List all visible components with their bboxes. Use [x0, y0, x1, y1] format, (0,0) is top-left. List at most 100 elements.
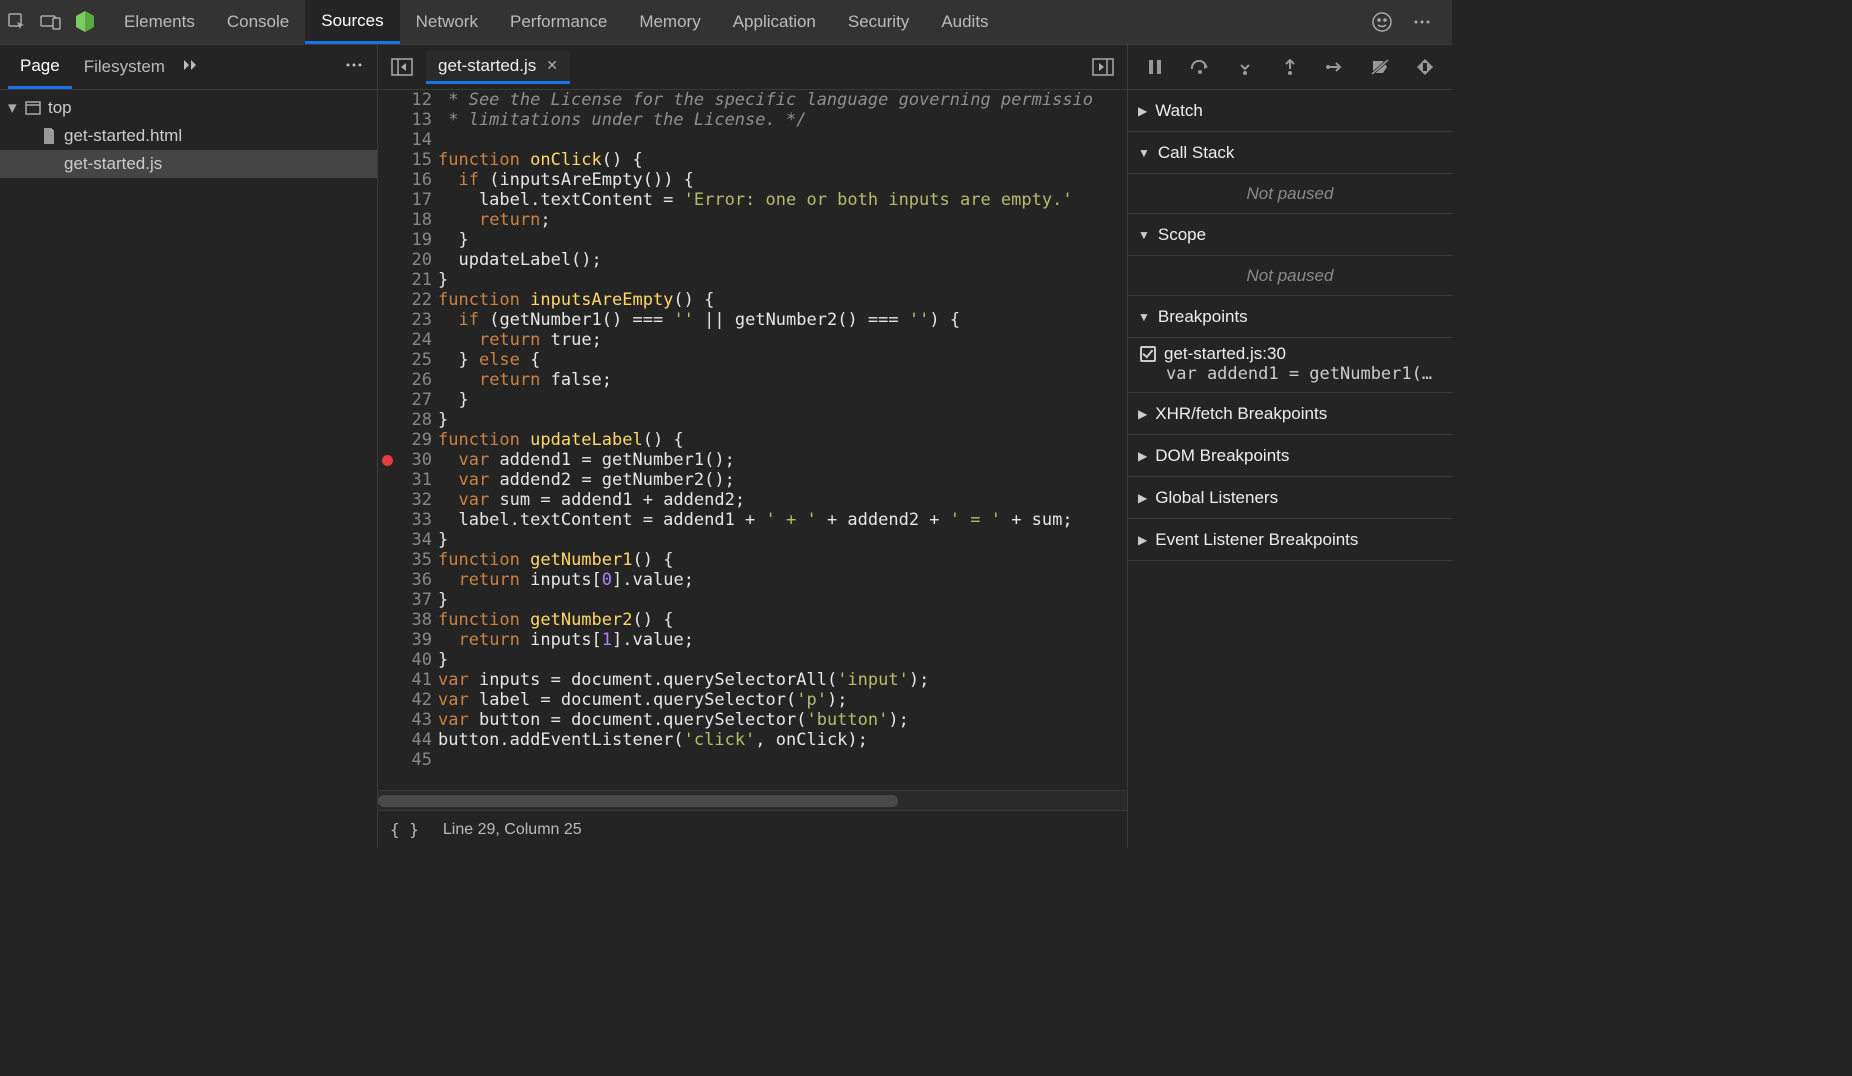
code-line[interactable]: } else {: [438, 350, 1127, 370]
pause-on-exceptions-icon[interactable]: [1408, 50, 1442, 84]
line-number[interactable]: 22: [378, 290, 432, 310]
page-tab[interactable]: Page: [8, 45, 72, 89]
panel-tab-console[interactable]: Console: [211, 0, 305, 44]
line-number[interactable]: 20: [378, 250, 432, 270]
code-line[interactable]: var label = document.querySelector('p');: [438, 690, 1127, 710]
line-number[interactable]: 14: [378, 130, 432, 150]
panel-tab-application[interactable]: Application: [717, 0, 832, 44]
code-editor[interactable]: 1213141516171819202122232425262728293031…: [378, 90, 1127, 790]
horizontal-scrollbar[interactable]: [378, 790, 1127, 810]
breakpoint-checkbox[interactable]: [1140, 346, 1156, 362]
code-line[interactable]: var button = document.querySelector('but…: [438, 710, 1127, 730]
code-line[interactable]: function updateLabel() {: [438, 430, 1127, 450]
code-line[interactable]: }: [438, 270, 1127, 290]
line-number[interactable]: 19: [378, 230, 432, 250]
inspect-element-icon[interactable]: [0, 0, 34, 45]
code-line[interactable]: }: [438, 590, 1127, 610]
device-toolbar-icon[interactable]: [34, 0, 68, 45]
panel-tab-sources[interactable]: Sources: [305, 0, 399, 44]
global-panel-header[interactable]: ▶Global Listeners: [1128, 477, 1452, 519]
line-number[interactable]: 25: [378, 350, 432, 370]
line-number[interactable]: 34: [378, 530, 432, 550]
node-icon[interactable]: [68, 0, 102, 45]
line-number[interactable]: 23: [378, 310, 432, 330]
line-number[interactable]: 39: [378, 630, 432, 650]
code-line[interactable]: return inputs[0].value;: [438, 570, 1127, 590]
pretty-print-icon[interactable]: { }: [390, 820, 419, 839]
code-line[interactable]: var sum = addend1 + addend2;: [438, 490, 1127, 510]
code-line[interactable]: button.addEventListener('click', onClick…: [438, 730, 1127, 750]
line-number[interactable]: 36: [378, 570, 432, 590]
code-line[interactable]: }: [438, 230, 1127, 250]
line-number[interactable]: 30: [378, 450, 432, 470]
feedback-icon[interactable]: [1362, 0, 1402, 45]
callstack-panel-header[interactable]: ▼Call Stack: [1128, 132, 1452, 174]
step-icon[interactable]: [1318, 50, 1352, 84]
panel-tab-security[interactable]: Security: [832, 0, 925, 44]
line-number[interactable]: 18: [378, 210, 432, 230]
pause-icon[interactable]: [1138, 50, 1172, 84]
event-panel-header[interactable]: ▶Event Listener Breakpoints: [1128, 519, 1452, 561]
line-number[interactable]: 12: [378, 90, 432, 110]
code-line[interactable]: label.textContent = addend1 + ' + ' + ad…: [438, 510, 1127, 530]
code-line[interactable]: function onClick() {: [438, 150, 1127, 170]
line-number[interactable]: 32: [378, 490, 432, 510]
panel-tab-elements[interactable]: Elements: [108, 0, 211, 44]
filesystem-tab[interactable]: Filesystem: [72, 45, 177, 89]
panel-tab-memory[interactable]: Memory: [623, 0, 716, 44]
line-number[interactable]: 44: [378, 730, 432, 750]
panel-tab-network[interactable]: Network: [400, 0, 494, 44]
line-number[interactable]: 33: [378, 510, 432, 530]
step-out-icon[interactable]: [1273, 50, 1307, 84]
line-number[interactable]: 26: [378, 370, 432, 390]
line-number[interactable]: 40: [378, 650, 432, 670]
tree-top-frame[interactable]: ▾ top: [0, 94, 377, 122]
code-line[interactable]: label.textContent = 'Error: one or both …: [438, 190, 1127, 210]
scope-panel-header[interactable]: ▼Scope: [1128, 214, 1452, 256]
dom-panel-header[interactable]: ▶DOM Breakpoints: [1128, 435, 1452, 477]
code-line[interactable]: return inputs[1].value;: [438, 630, 1127, 650]
line-number[interactable]: 31: [378, 470, 432, 490]
navigator-menu-icon[interactable]: [345, 56, 369, 79]
line-number[interactable]: 21: [378, 270, 432, 290]
code-line[interactable]: function getNumber1() {: [438, 550, 1127, 570]
editor-file-tab[interactable]: get-started.js ✕: [426, 50, 570, 84]
code-line[interactable]: return;: [438, 210, 1127, 230]
code-line[interactable]: var addend2 = getNumber2();: [438, 470, 1127, 490]
code-line[interactable]: * See the License for the specific langu…: [438, 90, 1127, 110]
code-line[interactable]: * limitations under the License. */: [438, 110, 1127, 130]
line-number[interactable]: 38: [378, 610, 432, 630]
code-line[interactable]: updateLabel();: [438, 250, 1127, 270]
code-line[interactable]: if (inputsAreEmpty()) {: [438, 170, 1127, 190]
line-number[interactable]: 13: [378, 110, 432, 130]
code-line[interactable]: function getNumber2() {: [438, 610, 1127, 630]
line-number[interactable]: 24: [378, 330, 432, 350]
watch-panel-header[interactable]: ▶Watch: [1128, 90, 1452, 132]
line-number[interactable]: 17: [378, 190, 432, 210]
line-number[interactable]: 16: [378, 170, 432, 190]
disclosure-triangle-icon[interactable]: ▾: [8, 98, 22, 118]
code-line[interactable]: [438, 750, 1127, 770]
code-line[interactable]: var inputs = document.querySelectorAll('…: [438, 670, 1127, 690]
code-line[interactable]: function inputsAreEmpty() {: [438, 290, 1127, 310]
code-line[interactable]: }: [438, 390, 1127, 410]
close-tab-icon[interactable]: ✕: [546, 57, 558, 74]
tree-file-html[interactable]: get-started.html: [0, 122, 377, 150]
step-into-icon[interactable]: [1228, 50, 1262, 84]
line-number[interactable]: 28: [378, 410, 432, 430]
code-line[interactable]: return true;: [438, 330, 1127, 350]
xhr-panel-header[interactable]: ▶XHR/fetch Breakpoints: [1128, 393, 1452, 435]
scrollbar-thumb[interactable]: [378, 795, 898, 807]
line-number[interactable]: 45: [378, 750, 432, 770]
line-number[interactable]: 35: [378, 550, 432, 570]
line-number[interactable]: 42: [378, 690, 432, 710]
deactivate-breakpoints-icon[interactable]: [1363, 50, 1397, 84]
code-line[interactable]: }: [438, 410, 1127, 430]
panel-tab-performance[interactable]: Performance: [494, 0, 623, 44]
tree-file-js[interactable]: get-started.js: [0, 150, 377, 178]
line-number[interactable]: 27: [378, 390, 432, 410]
code-line[interactable]: }: [438, 650, 1127, 670]
code-line[interactable]: if (getNumber1() === '' || getNumber2() …: [438, 310, 1127, 330]
show-navigator-icon[interactable]: [384, 49, 420, 85]
more-icon[interactable]: [1402, 0, 1442, 45]
